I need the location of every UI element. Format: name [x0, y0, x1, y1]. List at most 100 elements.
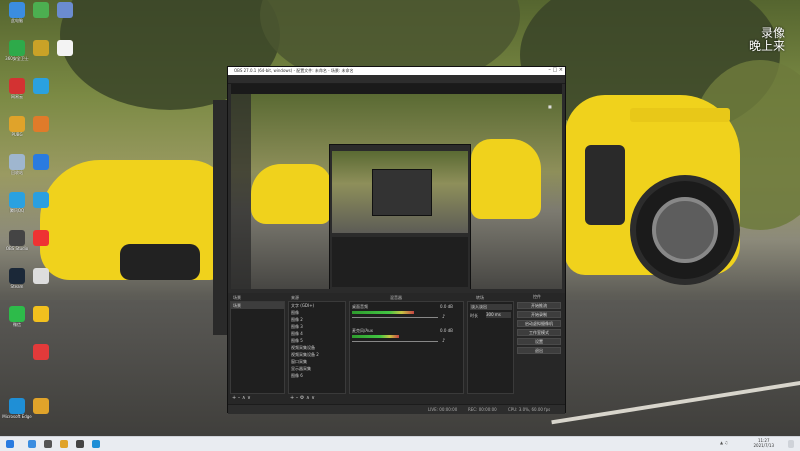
move-down-icon[interactable]: ∨: [311, 395, 315, 401]
file-explorer-icon[interactable]: [60, 440, 68, 448]
add-icon[interactable]: +: [290, 395, 294, 401]
transition-select[interactable]: 淡入淡出: [470, 304, 512, 310]
mixer-dock: 混音器 桌面音频 0.0 dB ♪ 麦克风/Aux 0.0 dB ♪: [349, 295, 464, 394]
obs-statusbar: LIVE: 00:00:00 REC: 00:00:00 CPU: 3.0%, …: [228, 404, 565, 414]
desktop-icon[interactable]: [26, 344, 56, 380]
desktop-icon[interactable]: [26, 154, 56, 190]
computer-icon: [9, 2, 25, 18]
window-controls[interactable]: – □ ×: [548, 67, 563, 73]
source-item[interactable]: 图像: [289, 309, 345, 316]
start-icon[interactable]: [6, 440, 14, 448]
mixer-track-db: 0.0 dB: [440, 328, 453, 333]
desktop-icon[interactable]: [26, 398, 56, 434]
audio-meter: [352, 311, 414, 314]
edge-icon: [9, 398, 25, 414]
close-icon[interactable]: ×: [559, 67, 563, 73]
minimize-icon[interactable]: –: [548, 67, 551, 73]
source-item[interactable]: 窗口采集: [289, 358, 345, 365]
mixer-track-name: 麦克风/Aux: [352, 328, 373, 333]
obs-taskbar-icon[interactable]: [76, 440, 84, 448]
music-icon: [9, 78, 25, 94]
nested-docks: [332, 237, 468, 287]
obs-window-behind: [585, 145, 625, 225]
rec-status: REC: 00:00:00: [468, 407, 497, 412]
move-up-icon[interactable]: ∧: [306, 395, 310, 401]
volume-slider[interactable]: [352, 341, 438, 342]
preview-canvas: [231, 94, 562, 289]
add-icon[interactable]: +: [232, 395, 236, 401]
edge-taskbar-icon[interactable]: [92, 440, 100, 448]
source-item[interactable]: 视频采集设备: [289, 344, 345, 351]
app-icon: [33, 192, 49, 208]
desktop-icon[interactable]: [26, 78, 56, 114]
source-item[interactable]: 图像 4: [289, 330, 345, 337]
task-view-icon[interactable]: [44, 440, 52, 448]
search-icon[interactable]: [28, 440, 36, 448]
source-item[interactable]: 视频采集设备 2: [289, 351, 345, 358]
audio-meter: [352, 335, 399, 338]
sources-toolbar: + – ⚙ ∧ ∨: [290, 395, 315, 401]
source-item[interactable]: 图像 2: [289, 316, 345, 323]
source-item[interactable]: 图像 6: [289, 372, 345, 379]
file-icon: [57, 40, 73, 56]
virtual-camera-button[interactable]: 启动虚拟摄像机: [517, 320, 561, 327]
tray-icons[interactable]: ▲ ♫: [720, 440, 740, 448]
exit-button[interactable]: 退出: [517, 347, 561, 354]
app-icon: [33, 116, 49, 132]
app-icon: [33, 230, 49, 246]
desktop-icon[interactable]: [26, 306, 56, 342]
preview-widget: ■: [548, 104, 552, 109]
speaker-icon[interactable]: ♪: [442, 314, 445, 320]
desktop-icon[interactable]: [26, 192, 56, 228]
live-status: LIVE: 00:00:00: [428, 407, 458, 412]
duration-label: 时长: [470, 313, 478, 318]
studio-mode-button[interactable]: 工作室模式: [517, 329, 561, 336]
controls-header: 控件: [533, 294, 541, 299]
car-spoiler: [630, 108, 730, 122]
source-item[interactable]: 显示器采集: [289, 365, 345, 372]
scene-item[interactable]: 场景: [231, 302, 284, 309]
obs-icon: [9, 230, 25, 246]
notifications-icon[interactable]: [788, 440, 794, 448]
source-item[interactable]: 文字 (GDI+): [289, 302, 345, 309]
app-icon: [33, 78, 49, 94]
wechat-icon: [9, 306, 25, 322]
shield-app-icon: [9, 40, 25, 56]
start-streaming-button[interactable]: 开始推流: [517, 302, 561, 309]
desktop-icon[interactable]: [50, 2, 80, 38]
source-item[interactable]: 图像 3: [289, 323, 345, 330]
settings-button[interactable]: 设置: [517, 338, 561, 345]
tray-clock[interactable]: 11:27 2021/7/13: [753, 438, 774, 448]
qq-icon: [9, 192, 25, 208]
move-down-icon[interactable]: ∨: [247, 395, 251, 401]
nested-preview-2: [372, 169, 432, 216]
stream-overlay-text: 录像 晚上来: [735, 27, 785, 53]
obs-titlebar[interactable]: OBS 27.0.1 (64-bit, windows) - 配置文件: 未命名…: [228, 67, 565, 75]
source-item[interactable]: 图像 5: [289, 337, 345, 344]
preview-desktop-icons: [231, 94, 251, 289]
maximize-icon[interactable]: □: [552, 67, 557, 73]
obs-window[interactable]: OBS 27.0.1 (64-bit, windows) - 配置文件: 未命名…: [227, 66, 566, 414]
desktop-icon[interactable]: [50, 40, 80, 76]
obs-preview[interactable]: ■: [231, 84, 562, 289]
car-intake: [120, 244, 200, 280]
speaker-icon[interactable]: ♪: [442, 338, 445, 344]
nested-preview: [332, 151, 468, 233]
app-icon: [33, 154, 49, 170]
scenes-toolbar: + – ∧ ∨: [232, 395, 251, 401]
transitions-dock: 转场 淡入淡出 时长 300 ms: [467, 295, 514, 394]
volume-slider[interactable]: [352, 317, 438, 318]
gear-icon[interactable]: ⚙: [300, 395, 304, 401]
remove-icon[interactable]: –: [238, 395, 241, 401]
desktop-icon[interactable]: [26, 116, 56, 152]
start-recording-button[interactable]: 开始录制: [517, 311, 561, 318]
desktop-icon[interactable]: [26, 230, 56, 266]
desktop-icon[interactable]: [26, 268, 56, 304]
transitions-header: 转场: [476, 295, 484, 300]
mixer-track-name: 桌面音频: [352, 304, 368, 309]
duration-input[interactable]: 300 ms: [486, 312, 511, 318]
remove-icon[interactable]: –: [296, 395, 299, 401]
recycle-bin-icon: [9, 154, 25, 170]
app-icon: [33, 268, 49, 284]
move-up-icon[interactable]: ∧: [242, 395, 246, 401]
